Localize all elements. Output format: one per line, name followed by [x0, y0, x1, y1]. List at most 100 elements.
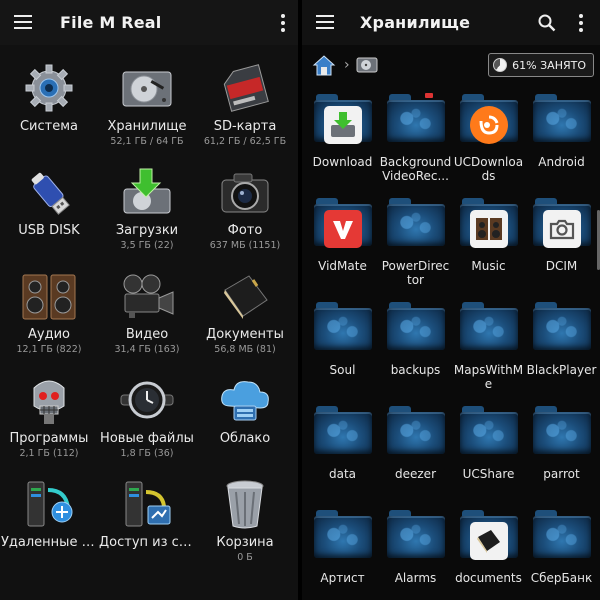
location-stats: 61,2 ГБ / 62,5 ГБ	[203, 136, 287, 147]
location-label: Доступ из сети	[99, 535, 195, 550]
folder-icon	[385, 506, 447, 568]
hard-drive-icon	[119, 60, 175, 116]
folder-item[interactable]: СберБанк	[525, 506, 598, 600]
location-documents[interactable]: Документы 56,8 МБ (81)	[196, 268, 294, 372]
location-cloud[interactable]: Облако	[196, 372, 294, 476]
location-video[interactable]: Видео 31,4 ГБ (163)	[98, 268, 196, 372]
folder-label: BackgroundVideoRec...	[379, 155, 452, 183]
folder-icon	[531, 402, 593, 464]
trash-icon	[217, 476, 273, 532]
folder-item[interactable]: parrot	[525, 402, 598, 506]
location-photos[interactable]: Фото 637 МБ (1151)	[196, 164, 294, 268]
folder-icon	[385, 90, 447, 152]
right-pane: Хранилище › 61% ЗАНЯТО Download Backgrou…	[302, 0, 600, 600]
folder-icon	[531, 506, 593, 568]
menu-icon[interactable]	[316, 15, 334, 29]
folder-label: Артист	[320, 571, 365, 585]
right-app-bar: Хранилище	[302, 0, 600, 45]
folder-label: Android	[538, 155, 585, 169]
search-icon[interactable]	[538, 14, 556, 32]
folder-icon	[531, 90, 593, 152]
folder-icon	[531, 298, 593, 360]
location-label: Аудио	[28, 327, 70, 342]
folder-item[interactable]: BlackPlayer	[525, 298, 598, 402]
location-audio[interactable]: Аудио 12,1 ГБ (822)	[0, 268, 98, 372]
location-label: Корзина	[216, 535, 274, 550]
folder-title: Хранилище	[360, 13, 471, 32]
menu-icon[interactable]	[14, 15, 32, 29]
location-stats: 637 МБ (1151)	[209, 240, 281, 251]
location-trash[interactable]: Корзина 0 Б	[196, 476, 294, 580]
folder-item[interactable]: documents	[452, 506, 525, 600]
location-storage[interactable]: Хранилище 52,1 ГБ / 64 ГБ	[98, 60, 196, 164]
folder-icon	[385, 402, 447, 464]
home-icon[interactable]	[312, 53, 336, 77]
folder-label: DCIM	[545, 259, 578, 273]
location-stats: 56,8 МБ (81)	[214, 344, 276, 355]
folder-icon	[385, 298, 447, 360]
location-usb-disk[interactable]: USB DISK	[0, 164, 98, 268]
location-label: Хранилище	[107, 119, 187, 134]
download-icon	[119, 164, 175, 220]
location-stats: 0 Б	[237, 552, 253, 563]
folder-item[interactable]: DCIM	[525, 194, 598, 298]
folder-item[interactable]: UCDownloads	[452, 90, 525, 194]
location-network-access[interactable]: Доступ из сети	[98, 476, 196, 580]
sd-card-icon	[217, 60, 273, 116]
folder-label: MapsWithMe	[453, 363, 524, 391]
location-label: Новые файлы	[100, 431, 194, 446]
folder-item[interactable]: Android	[525, 90, 598, 194]
folder-label: VidMate	[318, 259, 367, 273]
vidmate-icon	[323, 210, 362, 248]
folder-item[interactable]: VidMate	[306, 194, 379, 298]
folder-icon	[312, 506, 374, 568]
folder-item[interactable]: PowerDirector	[379, 194, 452, 298]
robot-skull-icon	[21, 372, 77, 428]
folder-item[interactable]: Alarms	[379, 506, 452, 600]
speaker-icon	[21, 268, 77, 324]
network-server-icon	[119, 476, 175, 532]
location-sd-card[interactable]: SD-карта 61,2 ГБ / 62,5 ГБ	[196, 60, 294, 164]
folder-item[interactable]: Music	[452, 194, 525, 298]
location-system[interactable]: Система	[0, 60, 98, 164]
location-label: Программы	[9, 431, 89, 446]
location-stats: 3,5 ГБ (22)	[120, 240, 174, 251]
folder-label: UCDownloads	[453, 155, 524, 183]
location-new-files[interactable]: Новые файлы 1,8 ГБ (36)	[98, 372, 196, 476]
storage-usage-text: 61% ЗАНЯТО	[512, 58, 586, 72]
folder-icon	[385, 194, 447, 256]
pie-chart-icon	[493, 58, 508, 72]
folder-icon	[312, 194, 374, 256]
usb-icon	[21, 164, 77, 220]
notification-mark	[424, 93, 433, 98]
camera-icon	[542, 210, 581, 248]
folder-item[interactable]: backups	[379, 298, 452, 402]
hard-drive-icon[interactable]	[356, 56, 378, 74]
folder-item[interactable]: Артист	[306, 506, 379, 600]
folder-item[interactable]: data	[306, 402, 379, 506]
book-icon	[469, 522, 508, 560]
more-options-icon[interactable]	[578, 14, 584, 32]
folder-item[interactable]: BackgroundVideoRec...	[379, 90, 452, 194]
location-downloads[interactable]: Загрузки 3,5 ГБ (22)	[98, 164, 196, 268]
folder-label: parrot	[543, 467, 580, 481]
location-label: Удаленные хранилища	[1, 535, 97, 550]
more-options-icon[interactable]	[280, 14, 286, 32]
folder-label: Download	[312, 155, 373, 169]
folder-icon	[458, 298, 520, 360]
folder-item[interactable]: Download	[306, 90, 379, 194]
location-apps[interactable]: Программы 2,1 ГБ (112)	[0, 372, 98, 476]
left-app-bar: File M Real	[0, 0, 298, 45]
folder-item[interactable]: MapsWithMe	[452, 298, 525, 402]
uc-browser-icon	[469, 106, 508, 144]
folder-icon	[312, 402, 374, 464]
location-remote-storage[interactable]: Удаленные хранилища	[0, 476, 98, 580]
folder-item[interactable]: deezer	[379, 402, 452, 506]
left-pane: File M Real Система Хранилище 52,1 ГБ / …	[0, 0, 298, 600]
folder-item[interactable]: UCShare	[452, 402, 525, 506]
folder-item[interactable]: Soul	[306, 298, 379, 402]
storage-usage-badge[interactable]: 61% ЗАНЯТО	[488, 53, 594, 77]
book-icon	[217, 268, 273, 324]
location-stats: 1,8 ГБ (36)	[120, 448, 174, 459]
location-label: Документы	[206, 327, 284, 342]
